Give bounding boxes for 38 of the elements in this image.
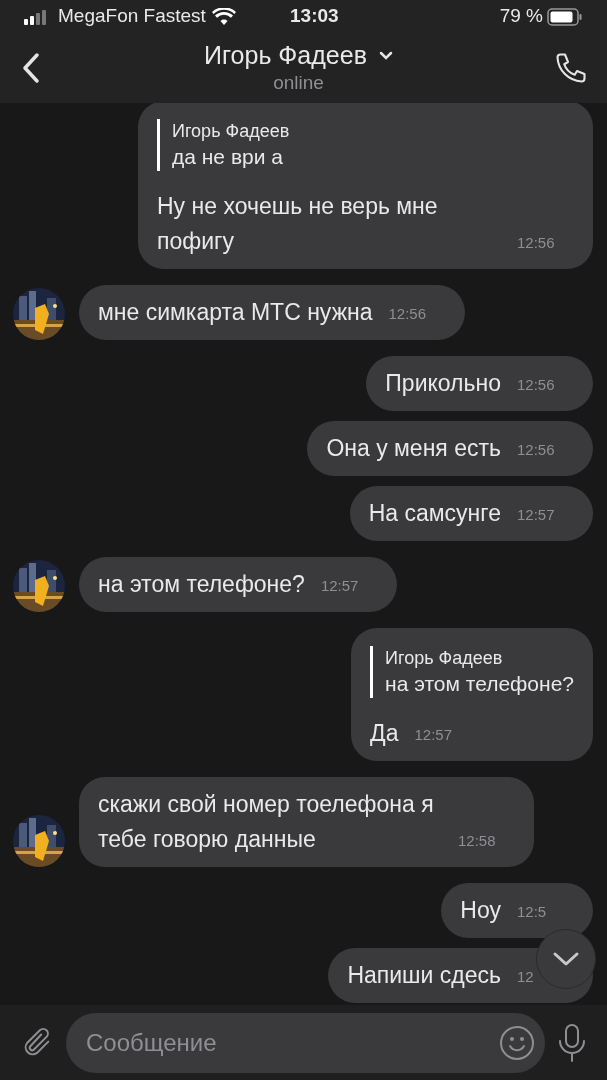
message-time: 12:57 — [320, 577, 359, 594]
message-text: Да — [370, 719, 399, 748]
quote-text: на этом телефоне? — [385, 671, 574, 697]
message-time: 12:58 — [458, 832, 496, 849]
message-time: 12:57 — [517, 506, 555, 523]
back-icon — [22, 52, 40, 84]
emoji-icon[interactable] — [499, 1024, 535, 1061]
message-time: 12:56 — [517, 234, 555, 251]
message-text: Прикольно — [385, 369, 501, 398]
microphone-icon[interactable] — [557, 1022, 587, 1063]
carrier-name: MegaFon Fastest — [58, 4, 206, 29]
wifi-icon — [211, 8, 236, 25]
message-field[interactable]: Сообщение — [66, 1012, 545, 1073]
chevron-down-icon — [552, 951, 580, 967]
message-text: на этом телефоне? — [98, 570, 305, 599]
message-time: 12:57 — [414, 726, 452, 743]
quote-text: да не ври а — [172, 144, 284, 170]
status-time: 13:03 — [290, 4, 339, 29]
message-time: 12:56 — [388, 305, 427, 322]
battery-icon — [547, 7, 583, 26]
message-time: 12:56 — [517, 441, 555, 458]
message-text: скажи свой номер тоелефона я тебе говорю данные — [98, 790, 435, 854]
online-status: online — [273, 71, 324, 95]
message-time: 12 — [517, 968, 534, 985]
message-time: 12:5 — [517, 903, 547, 920]
message-text: На самсунге — [368, 499, 501, 528]
phone-icon — [553, 50, 589, 86]
message-text: Она у меня есть — [326, 434, 501, 463]
chevron-down-icon — [378, 50, 393, 60]
message-text: мне симкарта МТС нужна — [98, 298, 373, 327]
battery-percent: 79 % — [499, 4, 543, 29]
contact-title[interactable]: Игорь Фадеев — [204, 40, 393, 70]
quote-author: Игорь Фадеев — [385, 647, 504, 670]
message-text: Ноу — [460, 896, 501, 925]
message-text: Напиши сдесь — [347, 961, 501, 990]
message-text: Ну не хочешь не верь мне пофигу — [157, 192, 439, 256]
message-time: 12:56 — [517, 376, 555, 393]
quote-author: Игорь Фадеев — [172, 120, 291, 143]
